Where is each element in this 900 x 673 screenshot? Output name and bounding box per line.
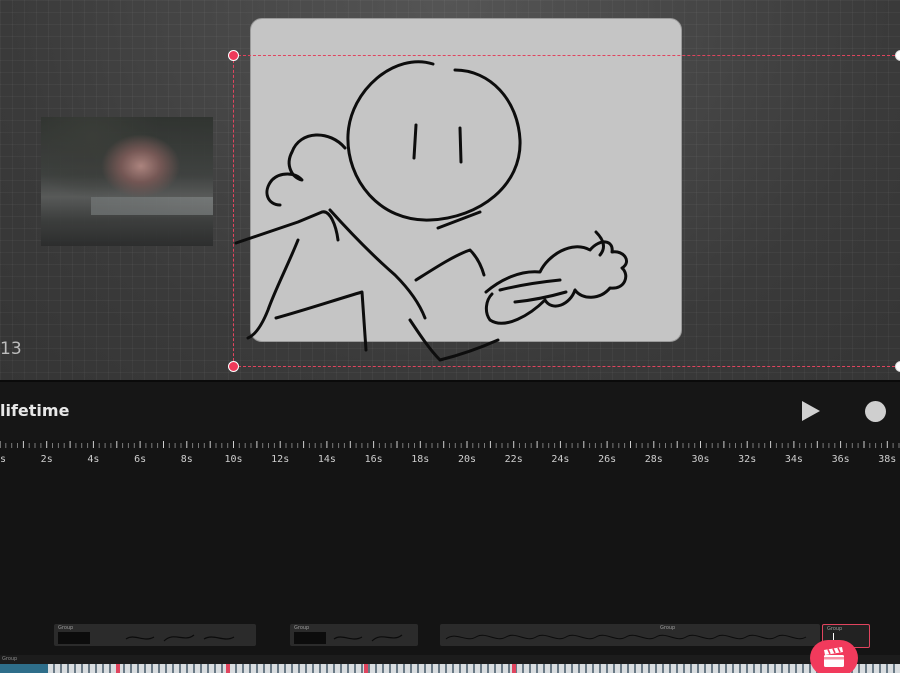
clip-strip: Group Group Group Group: [0, 624, 900, 648]
sketch-stroke-body-right: [414, 248, 486, 282]
selection-handle-bottom-left[interactable]: [228, 361, 239, 372]
timeline-track-area[interactable]: [0, 470, 900, 620]
frame-marker: [512, 664, 516, 673]
clip-thumbnail: [294, 632, 326, 644]
ruler-label: 24s: [551, 454, 569, 465]
clip-group[interactable]: Group: [440, 624, 820, 646]
sketch-stroke-torso-bottom: [408, 318, 500, 362]
timeline-header: lifetime: [0, 382, 900, 440]
selection-border-bottom: [233, 366, 900, 367]
clip-sketch-preview: [445, 634, 807, 640]
ruler-label: 18s: [411, 454, 429, 465]
sketch-stroke-hand-detail: [498, 230, 605, 304]
selection-border-top: [233, 55, 900, 56]
new-scene-button[interactable]: [810, 640, 858, 673]
frame-strip-label: Group: [2, 656, 18, 662]
sketch-stroke-cloud: [265, 133, 347, 207]
clip-group[interactable]: Group: [54, 624, 256, 646]
clip-sketch-preview: [333, 634, 403, 642]
ruler-label: 38s: [878, 454, 896, 465]
ruler-label: 8s: [181, 454, 193, 465]
ruler-label: 20s: [458, 454, 476, 465]
ruler-label: 4s: [87, 454, 99, 465]
sketch-stroke-head: [346, 60, 522, 222]
frame-strip[interactable]: Group: [0, 655, 900, 673]
ruler-label: 34s: [785, 454, 803, 465]
ruler-label: 26s: [598, 454, 616, 465]
app-root: 13 lifetime s 2s 4s 6s 8s 10s 12s 14s 16…: [0, 0, 900, 673]
ruler-label: 28s: [645, 454, 663, 465]
timeline-ruler[interactable]: s 2s 4s 6s 8s 10s 12s 14s 16s 18s 20s 22s 24s 26s 28s 3…: [0, 438, 900, 470]
selection-handle-bottom-right[interactable]: [895, 361, 900, 372]
selection-handle-top-right[interactable]: [895, 50, 900, 61]
selection-handle-top-left[interactable]: [228, 50, 239, 61]
clip-label: Group: [58, 625, 74, 631]
ruler-label: 2s: [41, 454, 53, 465]
selection-border-left: [233, 55, 234, 366]
record-button[interactable]: [865, 401, 886, 422]
ruler-label: 6s: [134, 454, 146, 465]
ruler-label: 10s: [224, 454, 242, 465]
canvas-stage[interactable]: 13: [0, 0, 900, 380]
frame-strip-frames: [48, 664, 900, 673]
frame-marker: [364, 664, 368, 673]
sketch-drawing: [234, 60, 628, 362]
ruler-label: 16s: [365, 454, 383, 465]
clip-label: Group: [827, 626, 843, 632]
sketch-stroke-arm-left: [234, 210, 340, 245]
ruler-label: 12s: [271, 454, 289, 465]
clip-thumbnail: [58, 632, 90, 644]
sketch-stroke-arm-left-2: [328, 208, 427, 320]
ruler-label: 32s: [738, 454, 756, 465]
clip-sketch-preview: [125, 634, 235, 642]
clip-label: Group: [294, 625, 310, 631]
ruler-label: 30s: [691, 454, 709, 465]
frame-marker: [226, 664, 230, 673]
play-button[interactable]: [799, 400, 821, 422]
sketch-stroke-hand-right: [484, 240, 628, 325]
sketch-stroke-body-mid: [274, 290, 368, 352]
sketch-stroke-eye-left: [412, 123, 418, 160]
project-title: lifetime: [0, 401, 70, 420]
ruler-label: s: [0, 454, 6, 465]
clip-group[interactable]: Group: [290, 624, 418, 646]
sketch-stroke-eye-right: [458, 126, 463, 164]
play-icon: [802, 401, 820, 421]
ruler-label: 14s: [318, 454, 336, 465]
ruler-label: 22s: [505, 454, 523, 465]
ruler-label: 36s: [832, 454, 850, 465]
clapperboard-icon: [824, 647, 844, 667]
sketch-stroke-body-left: [246, 238, 300, 340]
frame-marker: [116, 664, 120, 673]
frame-strip-start: [0, 664, 48, 673]
